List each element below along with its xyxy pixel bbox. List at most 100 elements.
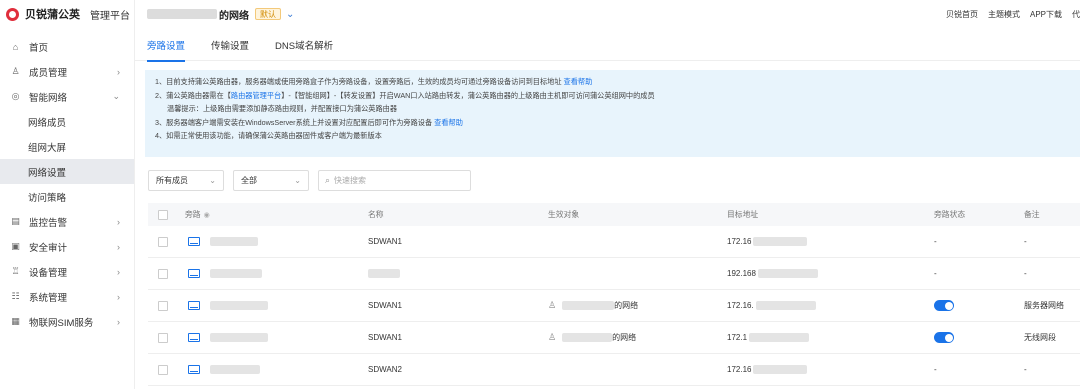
sidebar-subitem-label: 网络成员 [28, 117, 67, 129]
bypass-toggle[interactable] [934, 300, 954, 311]
notice-text: 3、服务器端客户端需安装在WindowsServer系统上并设置对应配置后即可作… [155, 117, 433, 127]
device-name-redacted [210, 301, 268, 310]
state-cell [934, 300, 954, 311]
router-icon [188, 237, 200, 246]
sidebar-item-smart-network[interactable]: ◎ 智能网络 ⌄ [0, 84, 134, 109]
chevron-right-icon: › [117, 291, 120, 302]
device-icon: ♖ [11, 266, 20, 276]
target-cell: 172.16. [727, 301, 816, 310]
device-cell [185, 333, 268, 342]
tenant-name-suffix: 的网络 [219, 10, 249, 22]
user-icon: ♙ [548, 332, 557, 342]
row-checkbox[interactable] [158, 268, 168, 279]
target-cell: 192.168 [727, 269, 818, 278]
sidebar-subitem-network-settings[interactable]: 网络设置 [0, 159, 134, 184]
sidebar-subitem-access-policy[interactable]: 访问策略 [0, 184, 134, 209]
brand[interactable]: 贝锐蒲公英 管理平台 [0, 0, 134, 28]
bypass-table: 旁路 ◉ 名称 生效对象 目标地址 旁路状态 备注 SDWAN1 172.16 -… [148, 203, 1080, 386]
sidebar-subitem-network-members[interactable]: 网络成员 [0, 109, 134, 134]
target-cell: 172.1 [727, 333, 810, 342]
help-link[interactable]: 查看帮助 [434, 118, 463, 127]
settings-tabs: 旁路设置 传输设置 DNS域名解析 [135, 28, 1080, 62]
sidebar-item-monitor[interactable]: ▤ 监控告警 › [0, 209, 134, 234]
user-icon: ♙ [548, 300, 557, 310]
notice-tip: 温馨提示：上级路由需要添加静态路由规则，并配置接口为蒲公英路由器 [167, 104, 398, 113]
chevron-down-icon[interactable]: ⌄ [286, 9, 294, 20]
sidebar-item-devices[interactable]: ♖ 设备管理 › [0, 259, 134, 284]
brand-name: 贝锐蒲公英 [25, 9, 80, 21]
device-cell [185, 301, 268, 310]
eye-icon[interactable]: ◉ [204, 211, 210, 219]
target-cell: 172.16 [727, 237, 808, 246]
row-checkbox[interactable] [158, 332, 168, 343]
sidebar-item-label: 安全审计 [29, 242, 68, 254]
user-icon: ♙ [11, 66, 20, 76]
sidebar-item-label: 智能网络 [29, 92, 68, 104]
router-icon [188, 301, 200, 310]
row-checkbox[interactable] [158, 364, 168, 375]
device-name-redacted [210, 237, 258, 246]
chevron-right-icon: › [117, 66, 120, 77]
router-platform-link[interactable]: 路由器管理平台 [231, 91, 281, 100]
state-cell: - [934, 269, 937, 278]
sidebar-item-system[interactable]: ☷ 系统管理 › [0, 284, 134, 309]
home-icon: ⌂ [12, 41, 19, 52]
table-row[interactable]: SDWAN1 172.16 - - [148, 226, 1080, 258]
select-all-checkbox[interactable] [158, 209, 168, 220]
ip-redacted [755, 301, 816, 310]
notice-line-1: 1、目前支持蒲公英路由器，服务器端或使用旁路盒子作为旁路设备，设置旁路后，生效的… [155, 76, 1070, 90]
ip-redacted [757, 269, 818, 278]
name-cell: SDWAN2 [368, 365, 402, 374]
object-cell: ♙ 的网络 [548, 332, 637, 342]
sidebar-item-members[interactable]: ♙ 成员管理 › [0, 59, 134, 84]
default-badge: 默认 [255, 8, 281, 20]
link-app-download[interactable]: APP下载 [1030, 9, 1062, 20]
note-cell: - [1024, 365, 1027, 374]
sidebar-subitem-network-screen[interactable]: 组网大屏 [0, 134, 134, 159]
table-row[interactable]: SDWAN2 172.16 - - [148, 354, 1080, 386]
help-link[interactable]: 查看帮助 [564, 77, 593, 86]
app-root: 贝锐蒲公英 管理平台 ⌂ 首页 ♙ 成员管理 › ◎ 智能网络 ⌄ 网络成员 组… [0, 0, 1080, 389]
sidebar-item-label: 监控告警 [29, 217, 68, 229]
router-icon [188, 269, 200, 278]
notice-text: 1、目前支持蒲公英路由器，服务器端或使用旁路盒子作为旁路设备，设置旁路后，生效的… [155, 77, 562, 86]
table-row[interactable]: SDWAN1 ♙ 的网络 172.1 无线网段 [148, 322, 1080, 354]
sidebar-item-label: 成员管理 [29, 67, 68, 79]
sidebar-item-home[interactable]: ⌂ 首页 [0, 34, 134, 59]
note-cell: - [1024, 237, 1027, 246]
tab-transmission[interactable]: 传输设置 [211, 28, 249, 61]
ip-redacted [749, 333, 810, 342]
table-row[interactable]: 192.168 - - [148, 258, 1080, 290]
sidebar-item-audit[interactable]: ▣ 安全审计 › [0, 234, 134, 259]
target-cell: 172.16 [727, 365, 808, 374]
ip-redacted [753, 237, 808, 246]
sim-icon: ▦ [11, 316, 20, 326]
tab-dns[interactable]: DNS域名解析 [275, 28, 333, 61]
link-more[interactable]: 代 [1072, 9, 1080, 20]
sidebar-subitem-label: 网络设置 [28, 167, 67, 179]
name-cell: SDWAN1 [368, 333, 402, 342]
device-name-redacted [210, 333, 268, 342]
state-cell: - [934, 365, 937, 374]
router-icon [188, 365, 200, 374]
object-redacted [562, 333, 613, 342]
link-home[interactable]: 贝锐首页 [946, 9, 978, 20]
brand-logo-icon [6, 7, 19, 21]
row-checkbox[interactable] [158, 300, 168, 311]
tab-bypass[interactable]: 旁路设置 [147, 28, 186, 62]
status-select[interactable]: 全部 ⌄ [233, 170, 309, 191]
info-notice: 1、目前支持蒲公英路由器，服务器端或使用旁路盒子作为旁路设备，设置旁路后，生效的… [145, 70, 1080, 157]
search-icon: ⌕ [325, 175, 331, 185]
row-checkbox[interactable] [158, 236, 168, 247]
router-icon [188, 333, 200, 342]
table-row[interactable]: SDWAN1 ♙ 的网络 172.16. 服务器网络 [148, 290, 1080, 322]
sidebar-item-label: 物联网SIM服务 [29, 317, 94, 329]
search-input[interactable]: ⌕ 快速搜索 [318, 170, 471, 191]
bypass-toggle[interactable] [934, 332, 954, 343]
state-cell: - [934, 237, 937, 246]
sidebar-item-iot-sim[interactable]: ▦ 物联网SIM服务 › [0, 309, 134, 334]
state-cell [934, 332, 954, 343]
device-name-redacted [210, 269, 262, 278]
member-select[interactable]: 所有成员 ⌄ [148, 170, 224, 191]
link-theme[interactable]: 主题模式 [988, 9, 1020, 20]
